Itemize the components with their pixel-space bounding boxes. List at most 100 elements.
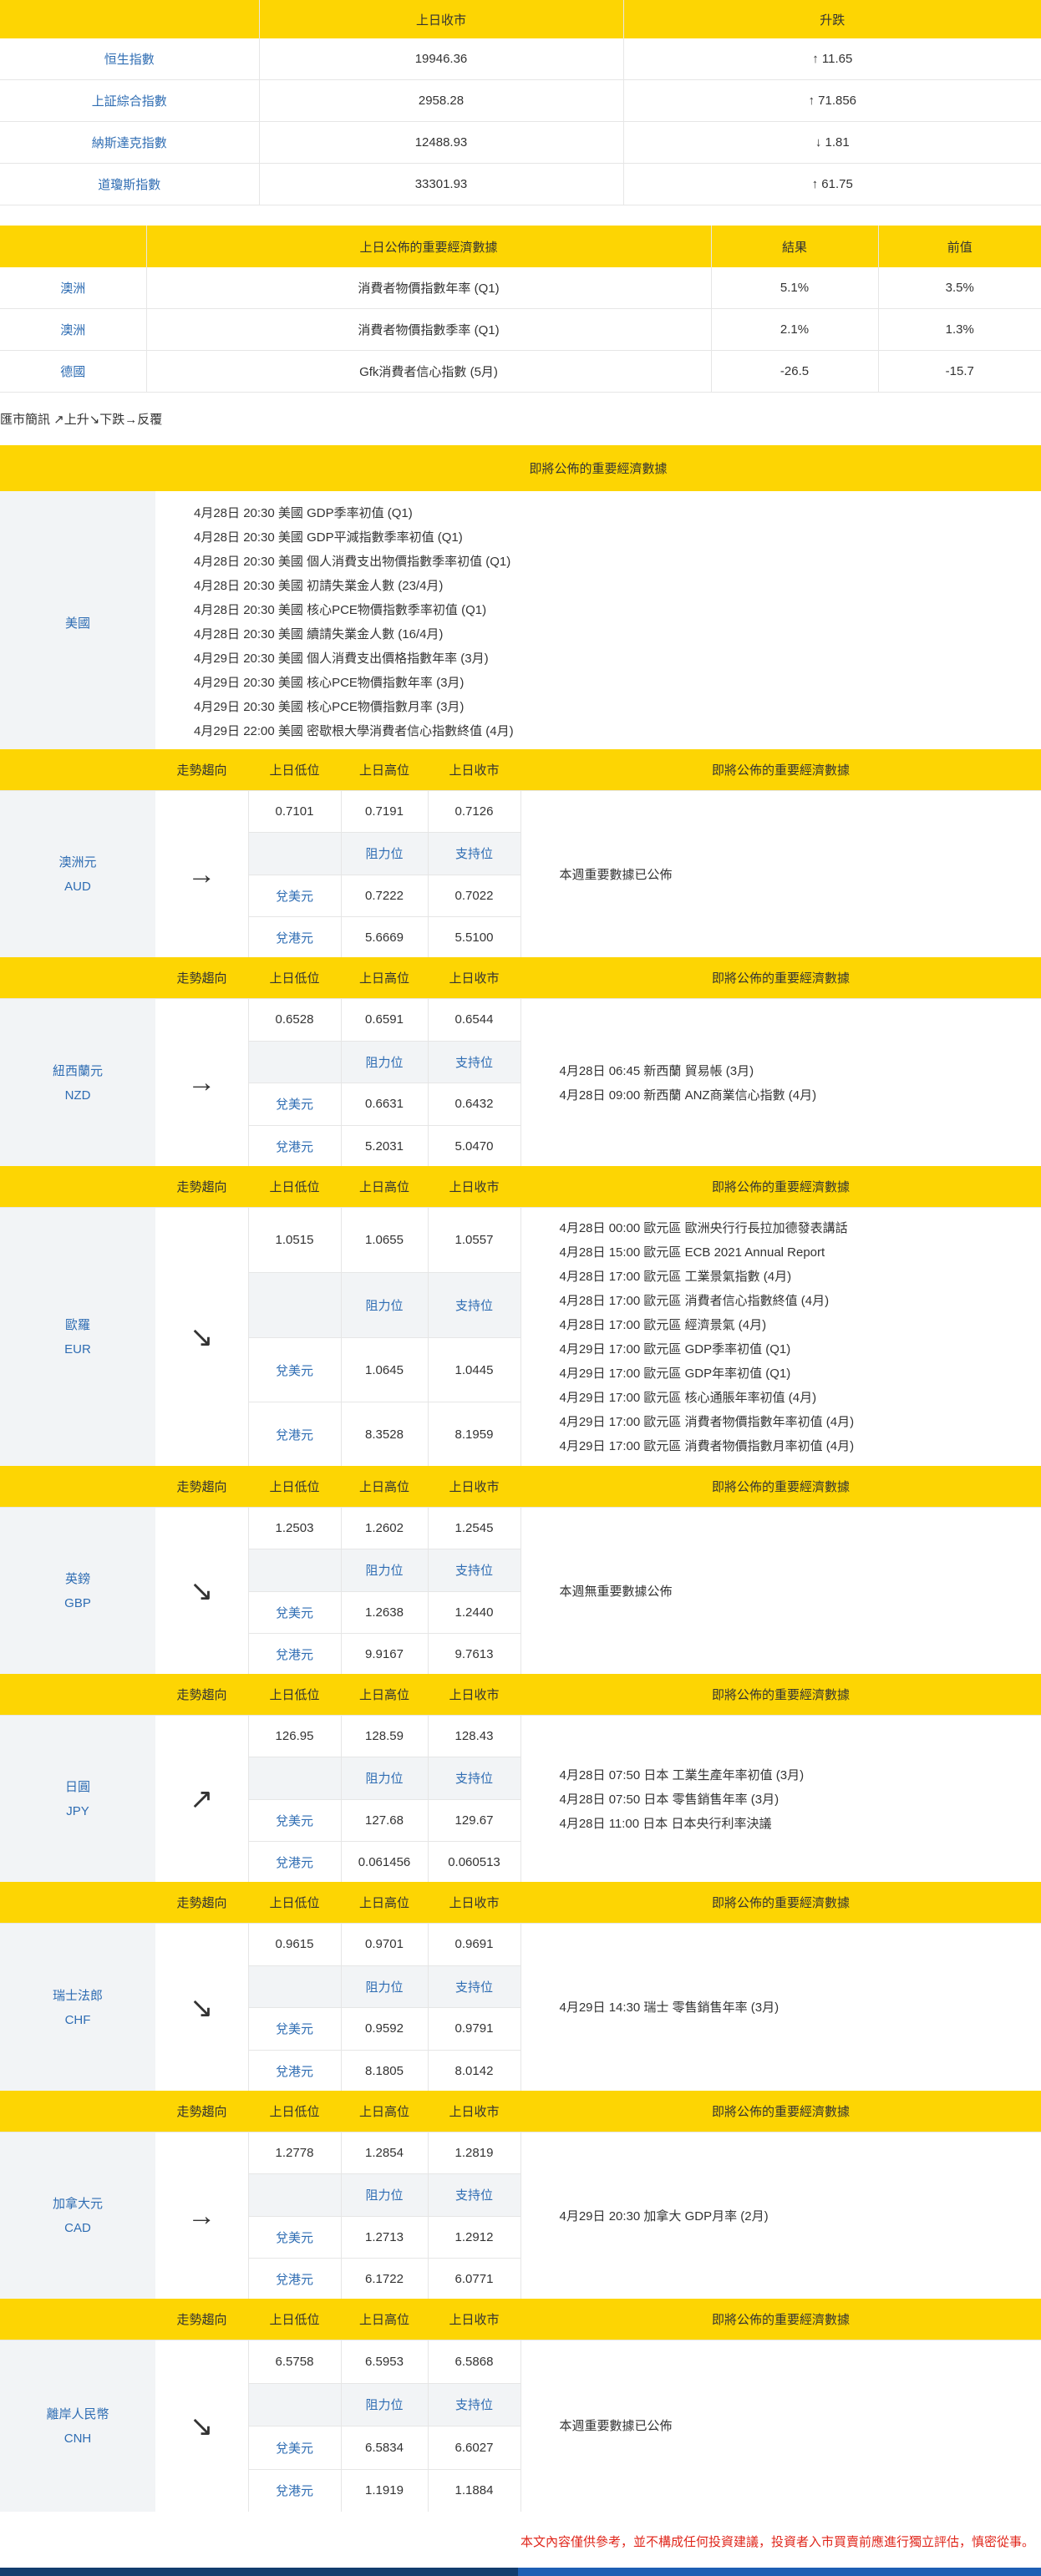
- vs-usd-label: 兌美元: [247, 1083, 341, 1125]
- vs-usd-label: 兌美元: [247, 874, 341, 917]
- currency-name-cell[interactable]: 加拿大元 CAD: [0, 2132, 155, 2300]
- econ-region[interactable]: 澳洲: [0, 267, 146, 309]
- currency-table-header: 走勢趨向 上日低位 上日高位 上日收市 即將公佈的重要經濟數據: [0, 957, 1041, 999]
- currency-name-cell[interactable]: 日圓 JPY: [0, 1715, 155, 1883]
- header-low: 上日低位: [248, 1882, 341, 1924]
- event-item: 4月29日 17:00 歐元區 消費者物價指數月率初值 (4月): [559, 1439, 855, 1453]
- event-item: 4月29日 17:00 歐元區 核心通脹年率初值 (4月): [559, 1391, 817, 1405]
- label-spacer: [247, 1965, 341, 2008]
- header-events: 即將公佈的重要經濟數據: [520, 2299, 1041, 2340]
- event-item: 4月29日 17:00 歐元區 消費者物價指數年率初值 (4月): [559, 1415, 855, 1429]
- prev-high: 128.59: [340, 1714, 428, 1757]
- hkd-support: 6.0771: [427, 2257, 520, 2300]
- header-high: 上日高位: [341, 1466, 428, 1508]
- table-row: 日圓 JPY ↗ 126.95 128.59 128.43 4月28日 07:50 日本 工…: [0, 1714, 1041, 1883]
- usd-resistance: 0.9592: [340, 2007, 428, 2050]
- event-item: 4月28日 17:00 歐元區 工業景氣指數 (4月): [559, 1270, 792, 1284]
- hkd-support: 8.0142: [427, 2049, 520, 2092]
- event-item: 本週重要數據已公佈: [559, 2419, 673, 2433]
- trend-arrow-icon: ↘: [155, 2340, 248, 2512]
- currency-name-cell[interactable]: 離岸人民幣 CNH: [0, 2340, 155, 2512]
- prev-low: 126.95: [247, 1714, 341, 1757]
- usd-support: 1.2440: [427, 1590, 520, 1634]
- currency-name: 瑞士法郎: [52, 1988, 103, 2003]
- header-trend: 走勢趨向: [155, 2299, 248, 2340]
- prev-low: 0.6528: [247, 998, 341, 1041]
- currency-table-header: 走勢趨向 上日低位 上日高位 上日收市 即將公佈的重要經濟數據: [0, 1674, 1041, 1716]
- event-item: 4月28日 07:50 日本 零售銷售年率 (3月): [559, 1792, 779, 1807]
- table-row: 德國 Gfk消費者信心指數 (5月) -26.5 -15.7: [0, 350, 1041, 393]
- event-item: 4月29日 20:30 美國 個人消費支出價格指數年率 (3月): [194, 652, 489, 666]
- header-trend: 走勢趨向: [155, 1466, 248, 1508]
- prev-close: 0.6544: [427, 998, 520, 1041]
- vs-hkd-label: 兌港元: [247, 1840, 341, 1883]
- econ-prev: 1.3%: [877, 308, 1041, 351]
- vs-hkd-label: 兌港元: [247, 915, 341, 958]
- currency-name-cell[interactable]: 歐羅 EUR: [0, 1207, 155, 1467]
- table-row: 瑞士法郎 CHF ↘ 0.9615 0.9701 0.9691 4月29日 14:30 瑞士…: [0, 1923, 1041, 2092]
- econ-result: 5.1%: [710, 267, 878, 309]
- index-close: 33301.93: [258, 163, 623, 205]
- currency-name-cell[interactable]: 瑞士法郎 CHF: [0, 1923, 155, 2092]
- vs-hkd-label: 兌港元: [247, 1124, 341, 1167]
- currency-table-header: 走勢趨向 上日低位 上日高位 上日收市 即將公佈的重要經濟數據: [0, 749, 1041, 791]
- currency-name-cell[interactable]: 英鎊 GBP: [0, 1507, 155, 1675]
- currency-table-header: 走勢趨向 上日低位 上日高位 上日收市 即將公佈的重要經濟數據: [0, 1882, 1041, 1924]
- econ-header-prev: 前值: [877, 226, 1041, 267]
- table-row: 納斯達克指數 12488.93 ↓ 1.81: [0, 121, 1041, 164]
- currency-name: 歐羅: [64, 1318, 90, 1332]
- resistance-label: 阻力位: [340, 2382, 428, 2426]
- prev-low: 1.2503: [247, 1506, 341, 1549]
- event-list: 4月28日 00:00 歐元區 歐洲央行行長拉加德發表講話 4月28日 15:00…: [520, 1207, 1041, 1467]
- vs-usd-label: 兌美元: [247, 1590, 341, 1634]
- index-name[interactable]: 道瓊斯指數: [0, 163, 259, 205]
- vs-usd-label: 兌美元: [247, 1336, 341, 1402]
- trend-arrow-icon: →: [155, 998, 248, 1167]
- currency-name-cell[interactable]: 紐西蘭元 NZD: [0, 998, 155, 1167]
- hkd-resistance: 1.1919: [340, 2468, 428, 2512]
- support-label: 支持位: [427, 832, 520, 875]
- usd-resistance: 0.7222: [340, 874, 428, 917]
- event-list: 4月29日 20:30 加拿大 GDP月率 (2月): [520, 2132, 1041, 2300]
- hkd-resistance: 5.6669: [340, 915, 428, 958]
- econ-region[interactable]: 澳洲: [0, 308, 146, 351]
- hkd-resistance: 0.061456: [340, 1840, 428, 1883]
- currency-table-eur: 走勢趨向 上日低位 上日高位 上日收市 即將公佈的重要經濟數據 歐羅 EUR ↘ 1.0515 1…: [0, 1166, 1041, 1467]
- header-spacer: [0, 1674, 155, 1716]
- econ-header-result: 結果: [710, 226, 878, 267]
- index-close: 19946.36: [258, 38, 623, 80]
- event-item: 4月28日 07:50 日本 工業生產年率初值 (3月): [559, 1767, 805, 1782]
- prev-close: 1.0557: [427, 1207, 520, 1273]
- event-item: 4月28日 20:30 美國 個人消費支出物價指數季率初值 (Q1): [194, 555, 511, 569]
- currency-name-cell[interactable]: 澳洲元 AUD: [0, 790, 155, 958]
- label-spacer: [247, 2382, 341, 2426]
- event-item: 4月28日 20:30 美國 GDP季率初值 (Q1): [194, 506, 413, 520]
- header-close: 上日收市: [428, 1882, 520, 1924]
- header-close: 上日收市: [428, 1466, 520, 1508]
- header-trend: 走勢趨向: [155, 1882, 248, 1924]
- econ-region[interactable]: 德國: [0, 350, 146, 393]
- resistance-label: 阻力位: [340, 832, 428, 875]
- support-label: 支持位: [427, 1271, 520, 1338]
- header-spacer: [0, 749, 155, 791]
- trend-arrow-icon: ↘: [155, 1207, 248, 1467]
- index-change: ↑ 11.65: [622, 38, 1041, 80]
- index-name[interactable]: 恒生指數: [0, 38, 259, 80]
- event-list: 本週重要數據已公佈: [520, 2340, 1041, 2512]
- event-item: 4月29日 20:30 美國 核心PCE物價指數年率 (3月): [194, 676, 465, 690]
- country-name[interactable]: 美國: [0, 491, 155, 753]
- event-item: 4月28日 20:30 美國 初請失業金人數 (23/4月): [194, 579, 444, 593]
- vs-usd-label: 兌美元: [247, 1798, 341, 1842]
- index-change: ↑ 61.75: [622, 163, 1041, 205]
- index-name[interactable]: 納斯達克指數: [0, 121, 259, 164]
- support-label: 支持位: [427, 1040, 520, 1083]
- vs-hkd-label: 兌港元: [247, 1402, 341, 1467]
- prev-low: 1.2778: [247, 2131, 341, 2174]
- resistance-label: 阻力位: [340, 1757, 428, 1799]
- header-close: 上日收市: [428, 2091, 520, 2132]
- hkd-resistance: 5.2031: [340, 1124, 428, 1167]
- hkd-resistance: 6.1722: [340, 2257, 428, 2300]
- index-name[interactable]: 上証綜合指數: [0, 79, 259, 122]
- label-spacer: [247, 1271, 341, 1338]
- event-item: 本週無重要數據公佈: [559, 1584, 673, 1599]
